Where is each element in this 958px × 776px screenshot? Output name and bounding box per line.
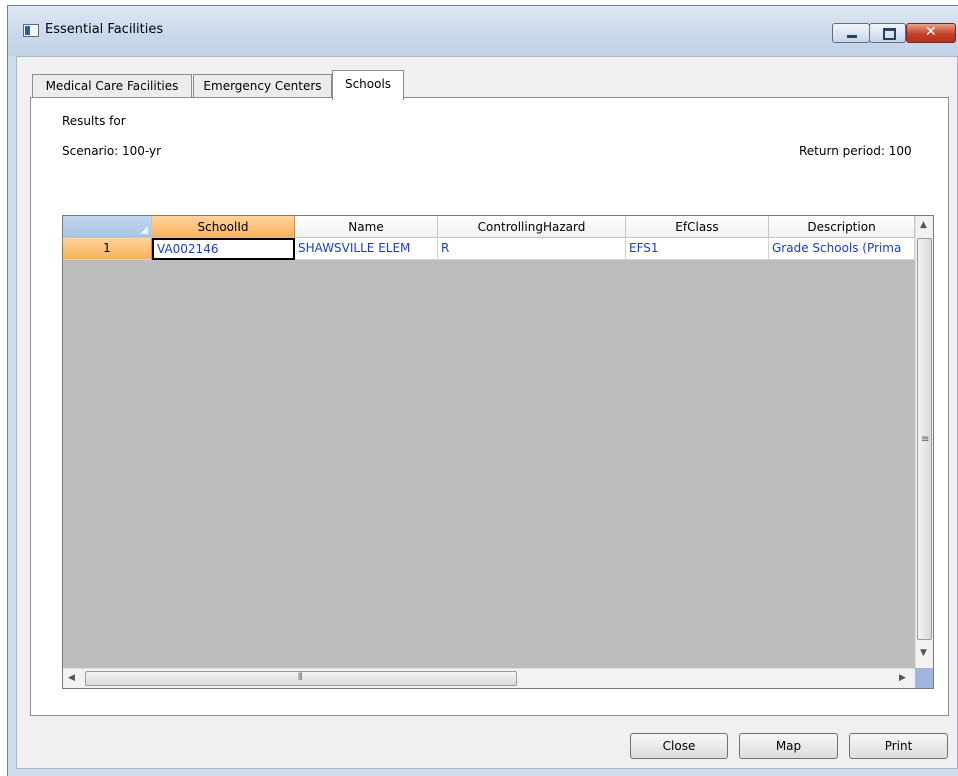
cell-schoolid[interactable]: VA002146 <box>152 238 295 260</box>
table-row[interactable]: 1 VA002146 SHAWSVILLE ELEM R EFS1 Grade … <box>63 238 915 260</box>
close-icon[interactable] <box>906 23 956 43</box>
window-title: Essential Facilities <box>45 22 164 37</box>
select-all-corner[interactable] <box>63 216 152 238</box>
app-icon <box>23 24 39 37</box>
cell-description[interactable]: Grade Schools (Prima <box>769 238 915 260</box>
vertical-scrollbar[interactable]: ▲ ≡ ▼ <box>915 216 933 668</box>
column-header-schoolid[interactable]: SchoolId <box>152 216 295 238</box>
return-period-label: Return period: 100 <box>799 144 912 158</box>
scenario-label: Scenario: 100-yr <box>62 144 162 158</box>
column-header-name[interactable]: Name <box>295 216 438 238</box>
select-all-icon <box>140 226 148 234</box>
column-header-controllinghazard[interactable]: ControllingHazard <box>438 216 626 238</box>
tab-schools[interactable]: Schools <box>332 70 404 100</box>
scroll-left-icon[interactable]: ◀ <box>68 673 75 683</box>
tab-medical-care-facilities[interactable]: Medical Care Facilities <box>32 74 192 98</box>
close-button[interactable]: Close <box>630 733 728 759</box>
maximize-icon[interactable] <box>869 23 906 43</box>
scrollbar-corner <box>915 668 933 688</box>
title-bar[interactable]: Essential Facilities <box>8 6 958 56</box>
results-grid[interactable]: SchoolId Name ControllingHazard EfClass … <box>62 215 934 689</box>
cell-efclass[interactable]: EFS1 <box>626 238 769 260</box>
minimize-icon[interactable] <box>832 23 870 43</box>
scroll-down-icon[interactable]: ▼ <box>920 648 927 658</box>
horizontal-scroll-thumb[interactable]: ⦀ <box>85 671 517 686</box>
print-button[interactable]: Print <box>849 733 948 759</box>
results-for-label: Results for <box>62 114 126 128</box>
row-header[interactable]: 1 <box>63 238 152 260</box>
scroll-right-icon[interactable]: ▶ <box>899 673 906 683</box>
grip-icon: ⦀ <box>298 672 303 683</box>
grip-icon: ≡ <box>921 434 930 445</box>
horizontal-scrollbar[interactable]: ◀ ⦀ ▶ <box>63 668 915 688</box>
vertical-scroll-thumb[interactable]: ≡ <box>917 238 932 640</box>
scroll-up-icon[interactable]: ▲ <box>920 220 927 230</box>
tab-emergency-centers[interactable]: Emergency Centers <box>193 74 332 98</box>
window-controls <box>832 23 958 44</box>
grid-header: SchoolId Name ControllingHazard EfClass … <box>63 216 915 238</box>
map-button[interactable]: Map <box>739 733 838 759</box>
cell-controllinghazard[interactable]: R <box>438 238 626 260</box>
column-header-efclass[interactable]: EfClass <box>626 216 769 238</box>
cell-name[interactable]: SHAWSVILLE ELEM <box>295 238 438 260</box>
column-header-description[interactable]: Description <box>769 216 915 238</box>
